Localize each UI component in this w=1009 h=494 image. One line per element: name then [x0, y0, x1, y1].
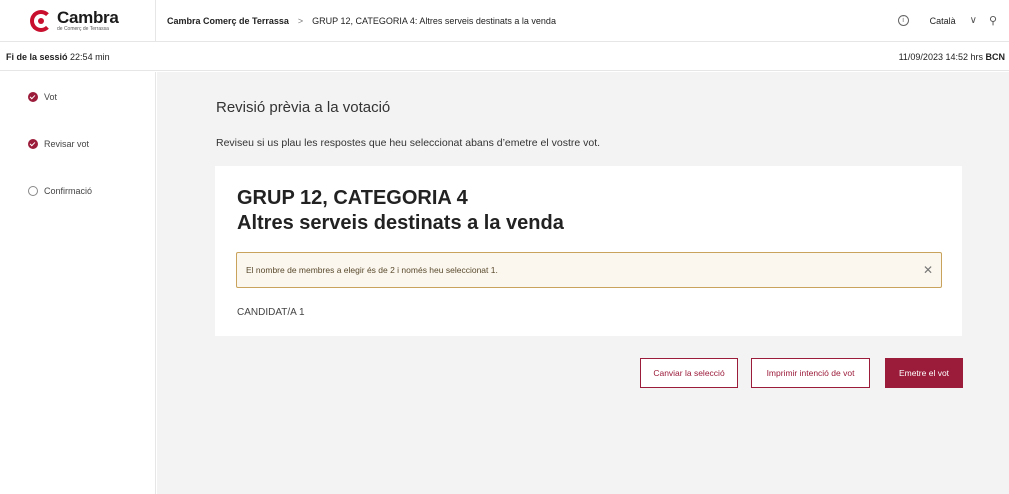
steps-sidebar: Vot Revisar vot Confirmació	[0, 72, 156, 494]
step-label: Vot	[44, 92, 58, 102]
category-heading-line2: Altres serveis destinats a la venda	[237, 212, 564, 234]
step-label: Revisar vot	[44, 139, 90, 149]
top-bar: Cambra de Comerç de Terrassa Cambra Come…	[0, 0, 1009, 42]
step-vot[interactable]: Vot	[28, 92, 57, 102]
step-label: Confirmació	[44, 186, 93, 196]
check-circle-icon	[28, 139, 38, 149]
vote-summary-card: GRUP 12, CATEGORIA 4 Altres serveis dest…	[215, 166, 962, 336]
step-revisar-vot[interactable]: Revisar vot	[28, 139, 89, 149]
session-remaining: 22:54 min	[70, 51, 110, 62]
user-icon[interactable]: ⚲	[989, 14, 997, 27]
language-selector[interactable]: Català	[930, 16, 956, 26]
breadcrumb-separator: >	[297, 15, 304, 26]
submit-vote-button[interactable]: Emetre el vot	[885, 358, 963, 388]
session-bar: Fi de la sessió 22:54 min 11/09/2023 14:…	[0, 43, 1009, 71]
header-actions: i Català ∨ ⚲	[897, 14, 1009, 27]
datetime-value: 11/09/2023 14:52 hrs	[898, 51, 983, 62]
page-subtitle: Reviseu si us plau les respostes que heu…	[216, 137, 601, 149]
main-content: Revisió prèvia a la votació Reviseu si u…	[157, 72, 1009, 494]
category-heading-line1: GRUP 12, CATEGORIA 4	[237, 187, 468, 209]
breadcrumb-root[interactable]: Cambra Comerç de Terrassa	[167, 16, 289, 26]
close-icon[interactable]: ✕	[923, 263, 933, 277]
chevron-down-icon[interactable]: ∨	[970, 15, 977, 26]
check-circle-icon	[28, 92, 38, 102]
session-datetime: 11/09/2023 14:52 hrs BCN	[899, 52, 1005, 62]
breadcrumb: Cambra Comerç de Terrassa > GRUP 12, CAT…	[156, 16, 556, 26]
session-end-label: Fi de la sessió	[6, 51, 68, 62]
step-confirmacio: Confirmació	[28, 186, 92, 196]
warning-alert: El nombre de membres a elegir és de 2 i …	[236, 252, 942, 288]
info-icon[interactable]: i	[897, 15, 909, 26]
selected-candidate: CANDIDAT/A 1	[237, 307, 305, 318]
logo-subtitle: de Comerç de Terrassa	[57, 26, 109, 32]
logo-title: Cambra	[57, 8, 119, 27]
city-label: BCN	[985, 51, 1006, 62]
cambra-logo[interactable]: Cambra de Comerç de Terrassa	[0, 0, 156, 42]
change-selection-button[interactable]: Canviar la selecció	[640, 358, 738, 388]
breadcrumb-current: GRUP 12, CATEGORIA 4: Altres serveis des…	[312, 15, 556, 26]
logo-icon	[30, 9, 52, 32]
empty-circle-icon	[28, 186, 38, 196]
session-timer: Fi de la sessió 22:54 min	[6, 52, 110, 62]
page-title: Revisió prèvia a la votació	[216, 99, 391, 116]
category-heading: GRUP 12, CATEGORIA 4 Altres serveis dest…	[237, 186, 564, 236]
alert-text: El nombre de membres a elegir és de 2 i …	[246, 265, 498, 275]
print-intention-button[interactable]: Imprimir intenció de vot	[751, 358, 870, 388]
